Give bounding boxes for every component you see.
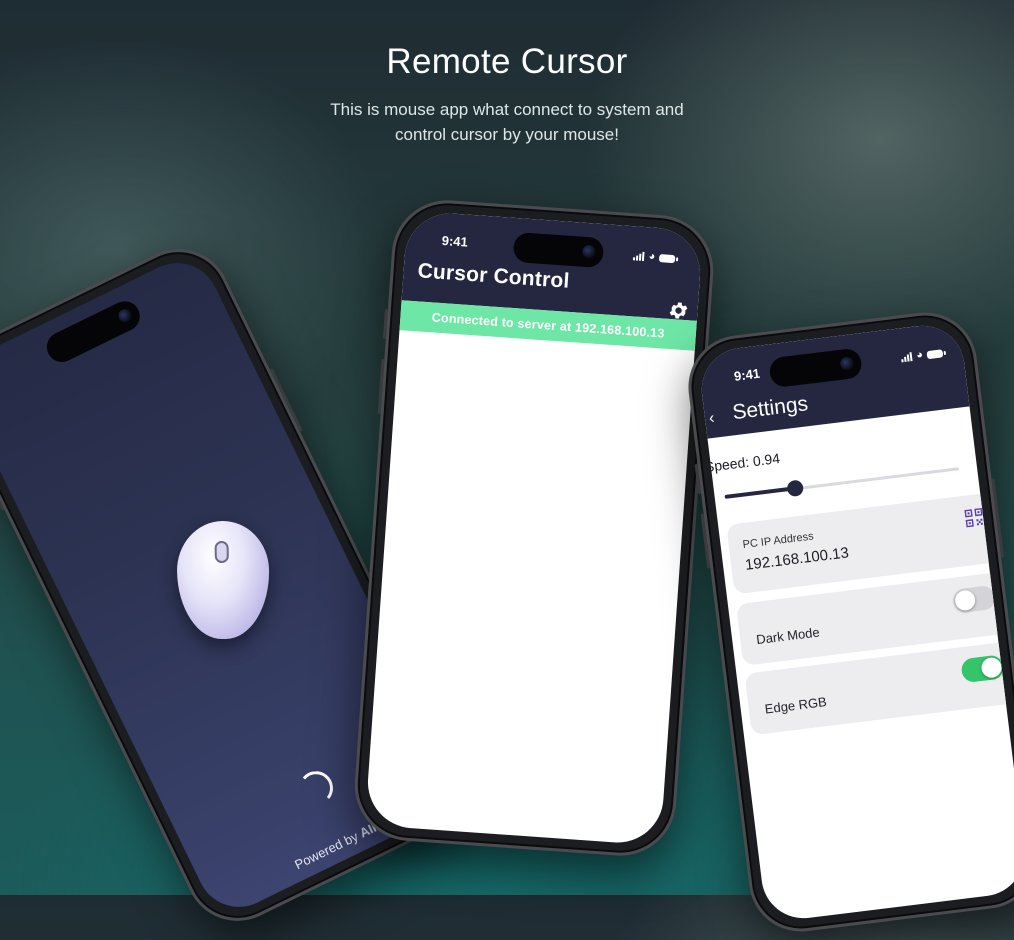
cursor-control-screen: 9:41 ◕ Cursor Control Connected to serve… — [364, 210, 704, 846]
settings-screen: 9:41 ◕ ‹ Settings Speed: 0.94 PC IP Addr… — [697, 321, 1014, 923]
wifi-icon: ◕ — [648, 250, 656, 263]
dynamic-island — [41, 296, 145, 368]
hero-subtitle: This is mouse app what connect to system… — [330, 100, 684, 144]
phone-side-button — [700, 513, 711, 569]
slider-fill — [724, 486, 796, 499]
edge-rgb-label: Edge RGB — [763, 694, 828, 717]
qr-scan-icon[interactable] — [964, 507, 984, 528]
phone-side-button — [377, 358, 385, 415]
settings-app-bar: 9:41 ◕ ‹ Settings — [697, 321, 970, 439]
battery-icon — [926, 349, 944, 360]
powered-by-prefix: Powered by — [292, 828, 361, 873]
dark-mode-label: Dark Mode — [755, 624, 821, 648]
speed-label: Speed: 0.94 — [703, 449, 781, 476]
slider-thumb[interactable] — [786, 479, 804, 498]
dark-mode-toggle[interactable] — [951, 584, 997, 614]
cursor-control-phone: 9:41 ◕ Cursor Control Connected to serve… — [351, 196, 717, 860]
status-icons: ◕ — [633, 250, 676, 264]
settings-phone: 9:41 ◕ ‹ Settings Speed: 0.94 PC IP Addr… — [682, 306, 1014, 938]
page-title: Cursor Control — [416, 259, 571, 293]
signal-icon — [901, 352, 913, 363]
hero-title: Remote Cursor — [386, 42, 628, 81]
wifi-icon: ◕ — [915, 348, 924, 362]
status-time: 9:41 — [733, 365, 761, 384]
loading-spinner-icon — [297, 769, 335, 807]
phone-side-button — [382, 309, 388, 340]
touchpad-area[interactable] — [365, 330, 695, 845]
status-time: 9:41 — [441, 232, 469, 250]
ip-address-label: PC IP Address — [741, 530, 815, 552]
phone-side-button — [991, 477, 1005, 558]
speed-slider[interactable] — [724, 462, 960, 505]
dynamic-island — [768, 347, 864, 389]
edge-rgb-toggle[interactable] — [960, 654, 1005, 684]
signal-icon — [633, 251, 645, 262]
mouse-illustration-icon — [176, 520, 271, 644]
battery-icon — [658, 254, 676, 264]
status-icons: ◕ — [901, 347, 944, 363]
back-arrow-icon[interactable]: ‹ — [708, 410, 715, 429]
dynamic-island — [512, 231, 605, 269]
page-title: Settings — [731, 392, 810, 425]
